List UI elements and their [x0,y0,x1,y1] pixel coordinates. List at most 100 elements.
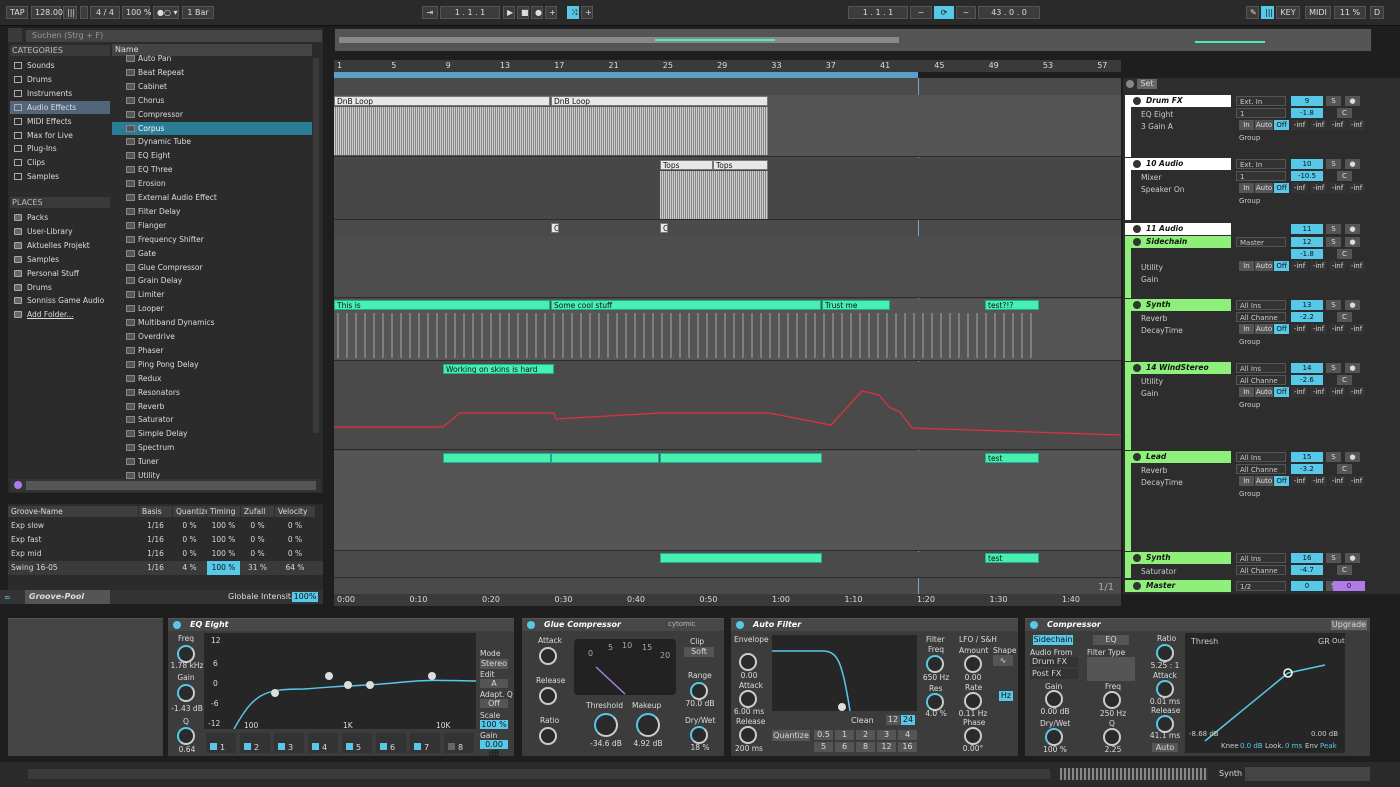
io-select[interactable]: All Ins [1236,452,1286,462]
tap-button[interactable]: TAP [6,6,28,19]
chain-device[interactable]: Gain [1133,274,1228,285]
browser-scrollbar[interactable] [313,58,319,433]
track-number[interactable]: 15 [1291,452,1323,462]
q-knob[interactable] [177,727,195,745]
monitor-off-button[interactable]: Off [1274,387,1289,397]
monitor-in-button[interactable]: In [1239,476,1254,486]
slope-24-button[interactable]: 24 [901,715,915,725]
monitor-in-button[interactable]: In [1239,261,1254,271]
browser-item[interactable]: Flanger [112,219,312,233]
automation-envelope[interactable] [334,362,1121,450]
envelope-knob[interactable] [739,653,757,671]
solo-button[interactable]: S [1326,363,1341,373]
place-item[interactable]: Personal Stuff [10,267,110,280]
monitor-auto-button[interactable]: Auto [1255,183,1273,193]
time-signature[interactable]: 4 / 4 [90,6,120,19]
monitor-off-button[interactable]: Off [1274,183,1289,193]
pan-value[interactable]: C [1337,312,1352,322]
loop-start-field[interactable]: 1 . 1 . 1 [848,6,908,19]
groove-cell[interactable]: 0 % [173,519,206,533]
volume-value[interactable]: -10.5 [1291,171,1323,181]
browser-item[interactable]: Compressor [112,108,312,122]
add-locator-icon[interactable] [1126,80,1134,88]
clip-some-cool-stuff[interactable]: Some cool stuff [551,300,821,310]
browser-toggle-icon[interactable] [8,28,22,42]
drywet-knob[interactable] [690,726,708,744]
attack-knob[interactable] [539,647,557,665]
punch-out-icon[interactable]: ~ [956,6,976,19]
pan-value[interactable]: C [1337,249,1352,259]
record-arm-button[interactable]: ● [1345,159,1360,169]
groove-row[interactable]: Exp fast 1/16 0 % 100 % 0 % 0 % [8,533,323,547]
global-intensity-value[interactable]: 100% [292,592,318,602]
rate-knob[interactable] [964,692,982,710]
browser-item[interactable]: Spectrum [112,441,312,455]
chain-device[interactable]: Mixer [1133,172,1228,183]
record-arm-button[interactable]: ● [1345,224,1360,234]
quantize-value-button[interactable]: 8 [856,742,875,752]
volume-value[interactable]: -2.2 [1291,312,1323,322]
browser-item[interactable]: Resonators [112,386,312,400]
record-arm-button[interactable]: ● [1345,96,1360,106]
device-on-icon[interactable] [736,621,744,629]
quantize-value-button[interactable]: 2 [856,730,875,740]
track-number[interactable]: 0 [1291,581,1323,591]
device-nav-strip[interactable] [1245,767,1370,781]
place-item[interactable]: Sonniss Game Audio [10,294,110,307]
browser-item[interactable]: Beat Repeat [112,66,312,80]
io-select[interactable]: All Ins [1236,300,1286,310]
monitor-auto-button[interactable]: Auto [1255,120,1273,130]
volume-value[interactable]: -1.8 [1291,108,1323,118]
add-icon[interactable]: + [581,6,593,19]
chain-device[interactable]: Reverb [1133,465,1228,476]
monitor-off-button[interactable]: Off [1274,476,1289,486]
volume-value[interactable]: -1.8 [1291,249,1323,259]
transfer-curve-display[interactable]: Thresh GR Out -8.68 dB 0.00 dB Knee 0.0 … [1185,633,1345,753]
groove-cell[interactable]: 1/16 [139,561,172,575]
quantize-value-button[interactable]: 1 [835,730,854,740]
category-item[interactable]: Audio Effects [10,100,110,114]
io-select[interactable]: All Channe [1236,464,1286,474]
browser-item[interactable]: Phaser [112,344,312,358]
audio-from-select[interactable]: Drum FX [1030,657,1078,667]
groove-cell[interactable]: 0 % [173,547,206,561]
monitor-off-button[interactable]: Off [1274,120,1289,130]
monitor-auto-button[interactable]: Auto [1255,261,1273,271]
groove-cell[interactable]: 0 % [241,547,274,561]
solo-button[interactable]: S [1326,553,1341,563]
sidechain-eq-toggle[interactable]: EQ [1093,635,1129,645]
io-select[interactable]: All Channe [1236,312,1286,322]
pan-value[interactable]: C [1337,464,1352,474]
browser-item[interactable]: Multiband Dynamics [112,316,312,330]
track-number[interactable]: 11 [1291,224,1323,234]
browser-item[interactable]: Chorus [112,94,312,108]
eq-eight-title[interactable]: EQ Eight [168,619,514,631]
io-select[interactable]: All Channe [1236,565,1286,575]
preview-icon[interactable] [14,481,22,489]
automation-arm-icon[interactable]: ⤨ [567,6,579,19]
browser-item[interactable]: External Audio Effect [112,191,312,205]
record-arm-button[interactable]: ● [1345,300,1360,310]
quantize-value-button[interactable]: 0.5 [814,730,833,740]
track-name[interactable]: 11 Audio [1131,223,1231,235]
eq-band-button[interactable]: 4 [308,733,338,753]
io-select[interactable]: Ext. In [1236,96,1286,106]
place-item[interactable]: User-Library [10,225,110,238]
clip-c-2[interactable]: C [660,223,668,233]
lookahead-value[interactable]: 0 ms [1285,742,1302,750]
fold-icon[interactable] [1133,364,1141,372]
groove-cell[interactable]: 100 % [207,547,240,561]
chain-device[interactable]: DecayTime [1133,477,1228,488]
groove-cell[interactable]: 1/16 [139,519,172,533]
quantize-button[interactable]: Quantize [772,730,810,741]
set-button[interactable]: Set [1137,79,1157,89]
soft-clip-toggle[interactable]: Soft [684,647,714,657]
clip-c-1[interactable]: C [551,223,559,233]
threshold-knob[interactable] [594,713,618,737]
quantize-value-button[interactable]: 3 [877,730,896,740]
quantize-value-button[interactable]: 16 [898,742,917,752]
punch-in-icon[interactable]: ~ [910,6,932,19]
groove-cell[interactable]: 100 % [207,561,240,575]
groove-row[interactable]: Exp slow 1/16 0 % 100 % 0 % 0 % [8,519,323,533]
fold-icon[interactable] [1133,554,1141,562]
